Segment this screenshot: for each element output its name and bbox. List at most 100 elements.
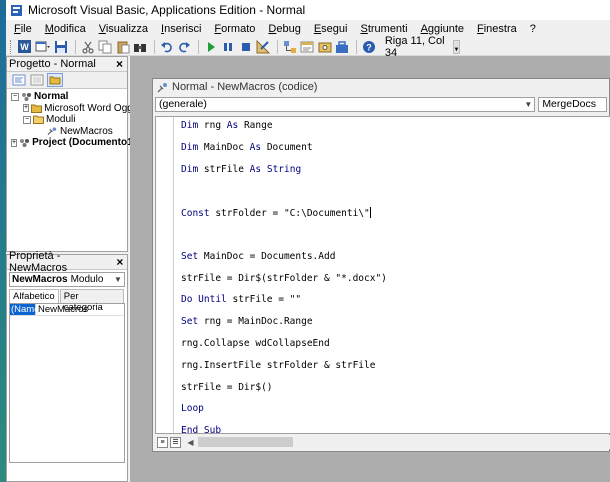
word-icon[interactable]: W [17,39,32,55]
copy-icon[interactable] [98,39,113,55]
module-icon [157,82,168,93]
object-dropdown[interactable]: (generale) ▼ [155,96,536,112]
keyword-as: As [249,141,262,153]
toolbox-icon[interactable] [335,39,350,55]
toolbar-separator [154,39,156,54]
code-combos: (generale) ▼ MergeDocs [153,95,609,113]
close-icon[interactable]: × [114,255,126,269]
menu-strumenti[interactable]: Strumenti [360,23,407,35]
design-mode-icon[interactable] [256,39,271,55]
title-bar: Microsoft Visual Basic, Applications Edi… [6,0,610,20]
toolbar-separator [356,39,358,54]
toolbar-grip[interactable] [10,39,13,54]
menu-finestra[interactable]: Finestra [477,23,517,35]
scroll-left-icon[interactable]: ◀ [185,437,196,448]
save-icon[interactable] [54,39,69,55]
properties-icon[interactable] [300,39,315,55]
project-explorer-icon[interactable] [282,39,297,55]
object-select[interactable]: NewMacros Modulo ▼ [9,272,125,287]
collapse-icon[interactable]: − [23,115,31,124]
view-code-icon[interactable] [11,73,27,87]
tab-alfabetico[interactable]: Alfabetico [9,289,59,303]
close-icon[interactable]: × [113,57,126,71]
keyword-do-until: Do Until [181,294,227,306]
keyword-loop: Loop [181,403,204,415]
toggle-folders-icon[interactable] [47,73,63,87]
procedure-view-icon[interactable]: ≡ [157,436,168,448]
keyword-dim: Dim [181,141,199,153]
scrollbar-thumb[interactable] [198,437,293,447]
vbe-window: Microsoft Visual Basic, Applications Edi… [6,0,610,482]
code-line[interactable]: Dim rng As Range [181,120,387,142]
props-tabs: Alfabetico Per categoria [9,289,125,313]
mdi-workspace: Normal - NewMacros (codice) (generale) ▼… [130,56,610,482]
tree-node-normal[interactable]: − Normal [7,91,127,103]
code-line[interactable] [181,185,387,207]
property-row[interactable]: (Name) NewMacros [10,304,124,316]
project-panel-title: Progetto - Normal × [7,57,127,72]
break-icon[interactable] [221,39,236,55]
redo-icon[interactable] [177,39,192,55]
menu-formato[interactable]: Formato [214,23,255,35]
code-editor[interactable]: Dim rng As Range Dim MainDoc As Document… [155,116,610,436]
project-panel-toolbar [7,72,127,89]
menu-debug[interactable]: Debug [268,23,300,35]
menu-aggiunte[interactable]: Aggiunte [421,23,464,35]
code-line[interactable]: Loop [181,403,387,425]
vba-app-icon [10,4,23,17]
menu-esegui[interactable]: Esegui [314,23,348,35]
tab-per-categoria[interactable]: Per categoria [59,289,124,313]
code-line[interactable]: Dim strFile As String [181,164,387,186]
cursor-position: Riga 11, Col 34 [384,34,445,59]
toolbar-options-chevron-icon[interactable]: ▼ [453,39,460,54]
menu-visualizza[interactable]: Visualizza [99,23,148,35]
code-line[interactable]: rng.Collapse wdCollapseEnd [181,338,387,360]
tree-node-project[interactable]: + Project (Documento1) [7,137,136,149]
insert-userform-icon[interactable] [35,39,51,55]
code-line[interactable]: Const strFolder = "C:\Documenti\" [181,207,387,229]
collapse-icon[interactable]: − [11,92,19,101]
expand-icon[interactable]: + [11,138,18,147]
code-lines: Dim rng As Range Dim MainDoc As Document… [181,120,387,447]
paste-icon[interactable] [115,39,130,55]
code-line[interactable] [181,229,387,251]
expand-icon[interactable]: + [23,104,30,113]
menu-file[interactable]: File [14,23,32,35]
code-line[interactable]: strFile = Dir$(strFolder & "*.docx") [181,273,387,295]
tree-node-word-objects[interactable]: + Microsoft Word Oggetti [7,103,146,115]
object-name: NewMacros [12,274,68,285]
menu-inserisci[interactable]: Inserisci [161,23,201,35]
code-line[interactable]: Set rng = MainDoc.Range [181,316,387,338]
vba-project-icon [21,92,32,102]
tree-label-project: Project (Documento1) [32,137,136,149]
code-line[interactable]: rng.InsertFile strFolder & strFile [181,360,387,382]
menu-help[interactable]: ? [530,23,536,35]
view-object-icon[interactable] [29,73,45,87]
toolbar-separator [75,39,77,54]
procedure-dropdown[interactable]: MergeDocs [538,96,607,112]
chevron-down-icon[interactable]: ▼ [522,100,534,109]
property-value[interactable]: NewMacros [36,304,88,315]
reset-icon[interactable] [238,39,253,55]
run-icon[interactable] [203,39,218,55]
find-icon[interactable] [133,39,148,55]
object-browser-icon[interactable] [317,39,332,55]
code-line[interactable]: Set MainDoc = Documents.Add [181,251,387,273]
code-line[interactable]: strFile = Dir$() [181,382,387,404]
tree-node-modules[interactable]: − Moduli [7,114,127,126]
menu-modifica[interactable]: Modifica [45,23,86,35]
full-module-view-icon[interactable]: ☰ [170,436,181,448]
help-icon[interactable]: ? [361,39,376,55]
text-cursor [369,207,371,219]
indicator-margin[interactable] [156,117,174,433]
undo-icon[interactable] [159,39,174,55]
window-title: Microsoft Visual Basic, Applications Edi… [28,3,306,17]
code-window-title-bar: Normal - NewMacros (codice) [153,79,609,95]
keyword-dim: Dim [181,163,199,175]
code-line[interactable]: Dim MainDoc As Document [181,142,387,164]
tree-node-newmacros[interactable]: NewMacros [7,126,127,138]
chevron-down-icon[interactable]: ▼ [112,275,124,284]
cut-icon[interactable] [80,39,95,55]
code-line[interactable]: Do Until strFile = "" [181,294,387,316]
horizontal-scrollbar[interactable] [198,437,610,447]
